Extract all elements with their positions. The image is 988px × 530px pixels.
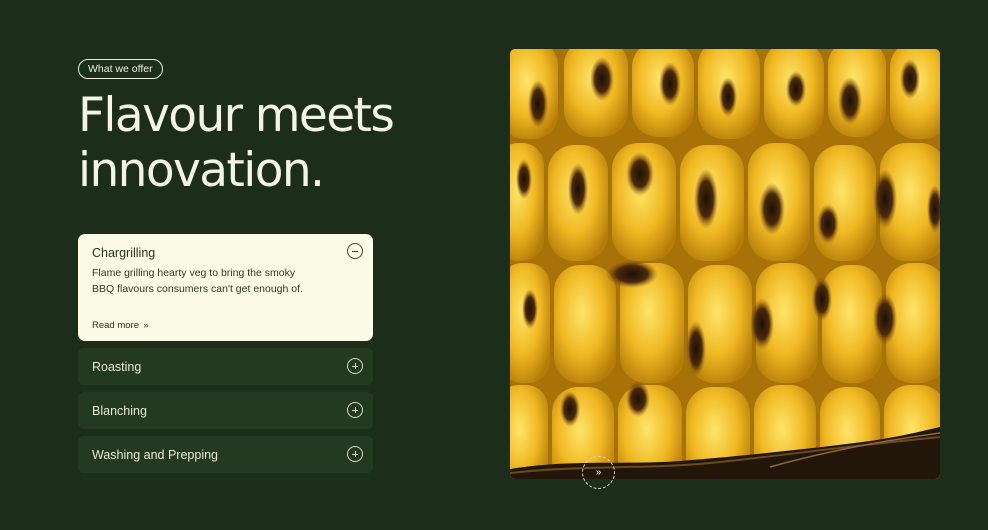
- accordion-item-title[interactable]: Chargrilling: [92, 245, 155, 261]
- accordion-item-roasting[interactable]: Roasting: [78, 348, 373, 385]
- page: What we offer Flavour meets innovation. …: [0, 0, 988, 530]
- accordion-item-description: Flame grilling hearty veg to bring the s…: [92, 266, 342, 297]
- accordion-item-title: Roasting: [92, 360, 142, 374]
- accordion-item-washing-and-prepping[interactable]: Washing and Prepping: [78, 436, 373, 473]
- read-more-label: Read more: [92, 320, 139, 331]
- description-line-1: Flame grilling hearty veg to bring the s…: [92, 267, 296, 279]
- double-chevron-right-icon: »: [595, 467, 602, 478]
- plus-icon[interactable]: [347, 446, 363, 462]
- description-line-2: BBQ flavours consumers can't get enough …: [92, 282, 303, 295]
- page-title: Flavour meets innovation.: [78, 88, 478, 198]
- accordion-item-title: Washing and Prepping: [92, 448, 219, 462]
- read-more-link[interactable]: Read more »: [92, 319, 149, 332]
- accordion-item-blanching[interactable]: Blanching: [78, 392, 373, 429]
- next-slide-button[interactable]: »: [582, 456, 615, 489]
- grilled-corn-photo: [510, 49, 940, 479]
- plus-icon[interactable]: [347, 358, 363, 374]
- accordion-item-chargrilling: Chargrilling Flame grilling hearty veg t…: [78, 234, 373, 341]
- minus-icon[interactable]: [347, 243, 363, 259]
- services-accordion: Chargrilling Flame grilling hearty veg t…: [78, 234, 373, 480]
- plus-icon[interactable]: [347, 402, 363, 418]
- double-chevron-right-icon: »: [141, 320, 149, 330]
- accordion-item-title: Blanching: [92, 404, 147, 418]
- page-title-line-1: Flavour meets: [78, 88, 395, 143]
- page-title-line-2: innovation.: [78, 143, 325, 198]
- section-badge: What we offer: [78, 59, 163, 79]
